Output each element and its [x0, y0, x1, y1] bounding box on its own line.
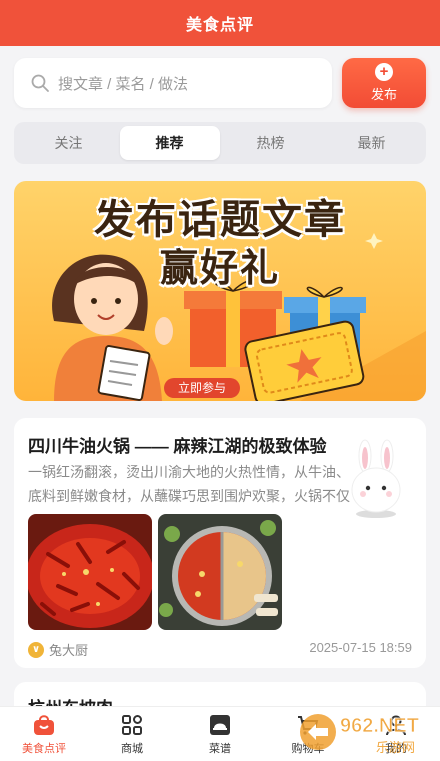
app-title: 美食点评 [185, 17, 254, 34]
bag-icon [34, 714, 54, 735]
bunny-mascot-icon[interactable] [346, 438, 406, 518]
author-avatar-icon: ∨ [28, 641, 44, 658]
article-card[interactable]: 四川牛油火锅 —— 麻辣江湖的极致体验 一锅红汤翻滚，烫出川渝大地的火热性情，从… [14, 418, 426, 668]
publish-label: 发布 [370, 87, 397, 102]
article-author[interactable]: ∨ 兔大厨 [28, 640, 88, 659]
search-placeholder: 搜文章 / 菜名 / 做法 [58, 75, 189, 93]
svg-text:962.NET: 962.NET [340, 715, 419, 737]
article-image-hotpot-spread[interactable] [158, 514, 282, 630]
publish-button[interactable]: + 发布 [342, 58, 426, 108]
nav-label: 商城 [121, 742, 143, 755]
search-input[interactable]: 搜文章 / 菜名 / 做法 [14, 58, 332, 108]
app-header: 美食点评 [0, 0, 440, 46]
author-name: 兔大厨 [49, 643, 89, 658]
nav-label: 美食点评 [22, 742, 66, 755]
banner-cta-button[interactable]: 立即参与 [164, 378, 240, 398]
tab-recommend[interactable]: 推荐 [119, 126, 220, 160]
cloche-icon [210, 714, 230, 735]
tab-follow[interactable]: 关注 [19, 126, 119, 160]
tab-latest[interactable]: 最新 [322, 126, 422, 160]
article-excerpt: 一锅红汤翻滚，烫出川渝大地的火热性情，从牛油、底料到鲜嫩食材，从蘸碟巧思到围炉欢… [28, 464, 350, 504]
search-icon [31, 74, 49, 92]
plus-icon: + [375, 63, 393, 81]
nav-label: 菜谱 [209, 742, 231, 755]
site-watermark: 962.NET 乐游网 [300, 714, 419, 756]
article-title: 四川牛油火锅 —— 麻辣江湖的极致体验 [28, 437, 327, 456]
promo-banner[interactable]: 发布话题文章 赢好礼 立即参与 [14, 181, 426, 401]
nav-item-mall[interactable]: 商城 [88, 707, 176, 761]
grid-icon [122, 714, 142, 735]
article-image-chili-pot[interactable] [28, 514, 152, 630]
tab-hot[interactable]: 热榜 [221, 126, 321, 160]
banner-subheadline: 赢好礼 [159, 248, 280, 290]
article-date: 2025-07-15 18:59 [309, 640, 412, 655]
nav-item-recipes[interactable]: 菜谱 [176, 707, 264, 761]
search-row: 搜文章 / 菜名 / 做法 + 发布 [14, 58, 426, 110]
feed-tabs: 关注 推荐 热榜 最新 [14, 122, 426, 164]
svg-text:乐游网: 乐游网 [376, 741, 415, 756]
nav-item-reviews[interactable]: 美食点评 [0, 707, 88, 761]
